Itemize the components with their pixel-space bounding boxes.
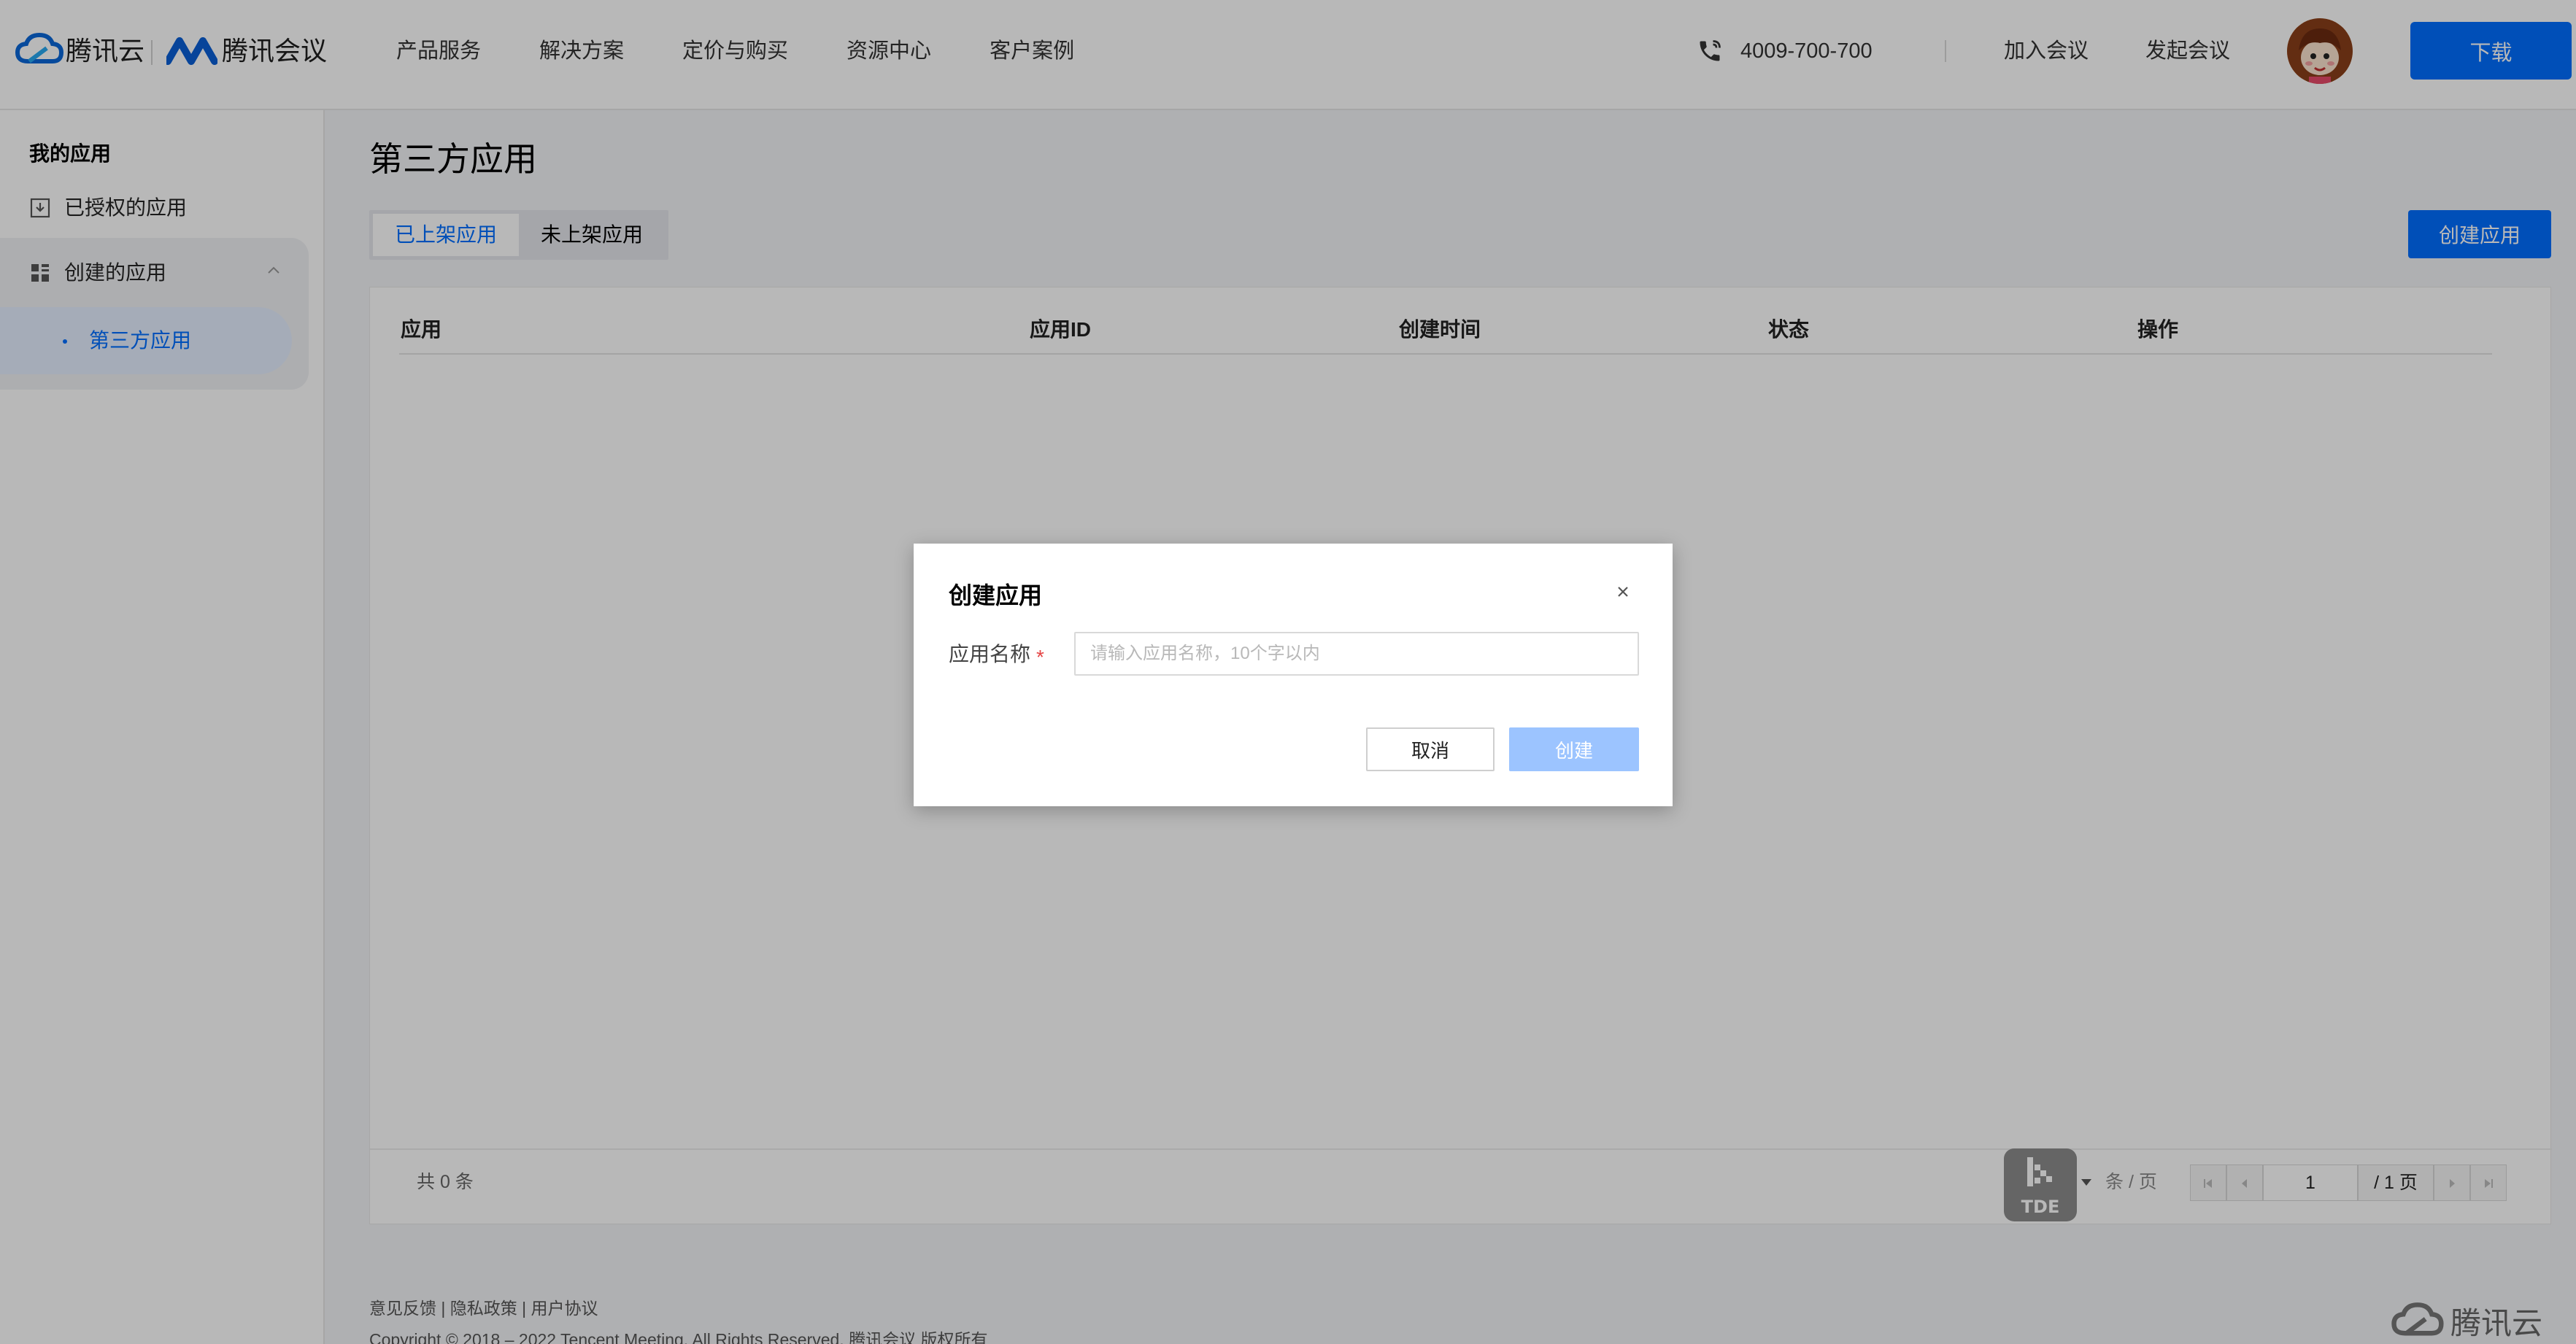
close-icon[interactable] <box>1613 582 1633 602</box>
create-button[interactable]: 创建 <box>1509 727 1639 771</box>
create-app-dialog: 创建应用 应用名称 * 取消 创建 <box>914 544 1673 806</box>
dialog-title: 创建应用 <box>949 582 1043 609</box>
cancel-button[interactable]: 取消 <box>1366 727 1495 771</box>
app-name-label: 应用名称 <box>949 643 1031 665</box>
required-asterisk: * <box>1036 646 1044 668</box>
app-name-input[interactable] <box>1074 632 1639 676</box>
